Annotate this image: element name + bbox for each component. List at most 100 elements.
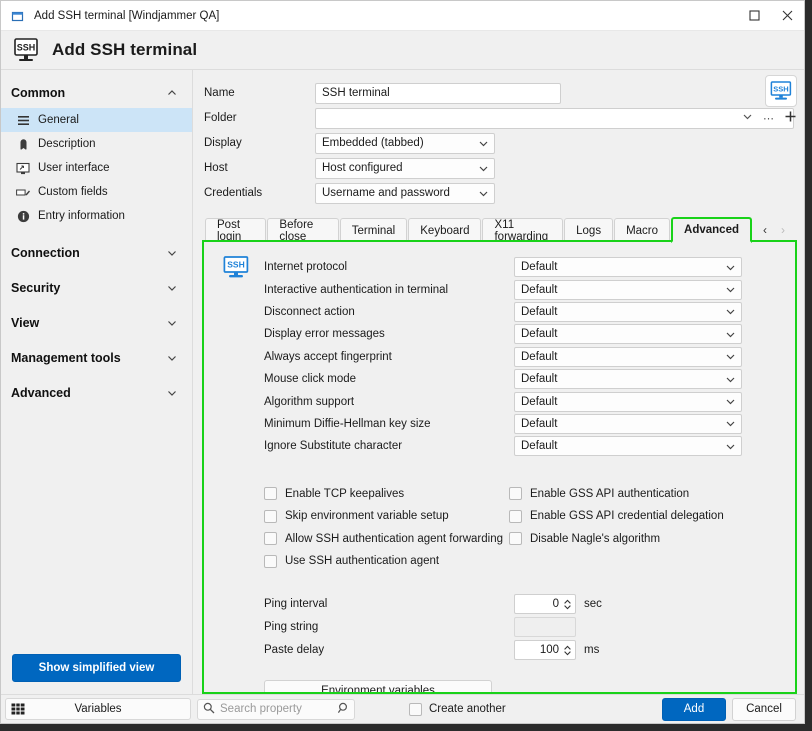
sidebar-nav: Common General Description User interfac… [1,78,192,644]
tab-keyboard[interactable]: Keyboard [408,218,482,242]
sidebar-group-view[interactable]: View [1,308,192,338]
field-row-credentials: Credentials Username and password [202,182,797,204]
interactive-authentication-dropdown[interactable]: Default [514,279,742,300]
display-error-messages-dropdown[interactable]: Default [514,324,742,345]
svg-text:SSH: SSH [773,85,788,94]
algorithm-support-dropdown[interactable]: Default [514,391,742,412]
option-label: Internet protocol [264,261,348,274]
tab-next-button[interactable]: › [781,223,785,237]
option-row-interactive-authentication-in-terminal: Interactive authentication in terminal D… [264,278,771,300]
folder-input[interactable] [315,107,794,129]
dialog-body: Common General Description User interfac… [1,69,804,694]
mouse-click-mode-dropdown[interactable]: Default [514,369,742,390]
disconnect-action-dropdown[interactable]: Default [514,301,742,322]
sidebar-group-security[interactable]: Security [1,273,192,303]
sidebar-group-management-tools[interactable]: Management tools [1,343,192,373]
chevron-down-icon [166,317,178,329]
name-input[interactable]: SSH terminal [315,82,561,104]
sidebar-item-description[interactable]: Description [1,132,192,156]
always-accept-fingerprint-dropdown[interactable]: Default [514,346,742,367]
option-label: Minimum Diffie-Hellman key size [264,417,431,430]
checkbox-enable-gss-api-authentication[interactable]: Enable GSS API authentication [509,483,754,506]
checkbox-column-right: Enable GSS API authentication Enable GSS… [509,483,754,573]
chevron-down-icon [725,351,736,362]
checkbox-box [409,702,422,716]
checkbox-allow-ssh-authentication-agent-forwarding[interactable]: Allow SSH authentication agent forwardin… [264,528,509,551]
paste-delay-stepper[interactable]: 100 [514,640,576,661]
sidebar-group-label: Advanced [11,386,71,400]
internet-protocol-dropdown[interactable]: Default [514,257,742,278]
sidebar-group-label: Connection [11,246,80,260]
sidebar-group-connection[interactable]: Connection [1,238,192,268]
checkbox-skip-environment-variable-setup[interactable]: Skip environment variable setup [264,505,509,528]
credentials-dropdown[interactable]: Username and password [315,182,495,204]
folder-more-button[interactable]: ⋯ [763,112,774,125]
ping-interval-stepper[interactable]: 0 [514,594,576,615]
sidebar-group-common[interactable]: Common [1,78,192,108]
tab-x11-forwarding[interactable]: X11 forwarding [482,218,564,243]
edit-field-icon [15,184,31,200]
maximize-button[interactable] [738,1,771,31]
show-simplified-view-button[interactable]: Show simplified view [12,654,181,682]
grid-icon [11,702,25,716]
ignore-substitute-character-dropdown[interactable]: Default [514,436,742,457]
window-controls [738,1,804,31]
info-icon [15,208,31,224]
option-label: Interactive authentication in terminal [264,283,449,296]
sidebar-item-general[interactable]: General [1,108,192,132]
tab-advanced[interactable]: Advanced [671,217,752,243]
ping-interval-value: 0 [552,598,559,611]
sidebar-item-user-interface[interactable]: User interface [1,156,192,180]
stepper-arrows-icon[interactable] [563,598,572,611]
tab-scroll-controls: ‹ › [753,223,797,241]
create-another-checkbox[interactable]: Create another [409,702,506,716]
advanced-checkbox-grid: Enable TCP keepalives Skip environment v… [204,483,795,573]
tab-before-close[interactable]: Before close [267,218,339,243]
name-label: Name [204,87,235,99]
add-button[interactable]: Add [662,697,726,721]
tab-macro[interactable]: Macro [614,218,671,242]
tab-prev-button[interactable]: ‹ [763,223,767,237]
name-input-value: SSH terminal [322,87,390,99]
cancel-button[interactable]: Cancel [732,697,796,721]
display-dropdown[interactable]: Embedded (tabbed) [315,132,495,154]
ping-string-input[interactable] [514,617,576,638]
close-button[interactable] [771,1,804,31]
magnifier-icon[interactable] [337,702,349,717]
field-row-ping-string: Ping string [264,616,795,639]
search-property-box[interactable]: Search property [197,698,355,720]
tab-post-login[interactable]: Post login [205,218,267,243]
option-row-mouse-click-mode: Mouse click mode Default [264,368,771,390]
variables-button[interactable]: Variables [5,698,191,720]
paste-delay-unit: ms [584,644,600,657]
tab-logs[interactable]: Logs [564,218,614,242]
host-dropdown[interactable]: Host configured [315,157,495,179]
checkbox-enable-tcp-keepalives[interactable]: Enable TCP keepalives [264,483,509,506]
sidebar-group-advanced[interactable]: Advanced [1,378,192,408]
checkbox-label: Enable GSS API credential delegation [530,510,724,523]
credentials-dropdown-value: Username and password [322,187,450,199]
ssh-terminal-icon: SSH [12,37,40,63]
folder-add-icon[interactable] [784,110,797,126]
display-dropdown-value: Embedded (tabbed) [322,137,424,149]
general-form: Name SSH terminal Folder ⋯ Display Embed… [202,80,797,215]
search-input[interactable]: Search property [220,703,332,715]
checkbox-box [264,487,277,501]
sidebar-group-label: View [11,316,40,330]
dropdown-value: Default [521,305,558,318]
sidebar-group-label: Common [11,86,66,100]
chevron-down-icon[interactable] [742,111,753,125]
minimum-diffie-hellman-key-size-dropdown[interactable]: Default [514,413,742,434]
option-label: Algorithm support [264,395,355,408]
tab-terminal[interactable]: Terminal [339,218,408,242]
sidebar-item-custom-fields[interactable]: Custom fields [1,180,192,204]
sidebar-item-entry-information[interactable]: Entry information [1,204,192,228]
checkbox-enable-gss-api-credential-delegation[interactable]: Enable GSS API credential delegation [509,505,754,528]
checkbox-disable-nagles-algorithm[interactable]: Disable Nagle's algorithm [509,528,754,551]
checkbox-use-ssh-authentication-agent[interactable]: Use SSH authentication agent [264,550,509,573]
chevron-down-icon [478,163,489,174]
environment-variables-button[interactable]: Environment variables [264,679,492,692]
sidebar-item-label: Description [38,138,96,150]
stepper-arrows-icon[interactable] [563,644,572,657]
sidebar-item-label: Entry information [38,210,125,222]
